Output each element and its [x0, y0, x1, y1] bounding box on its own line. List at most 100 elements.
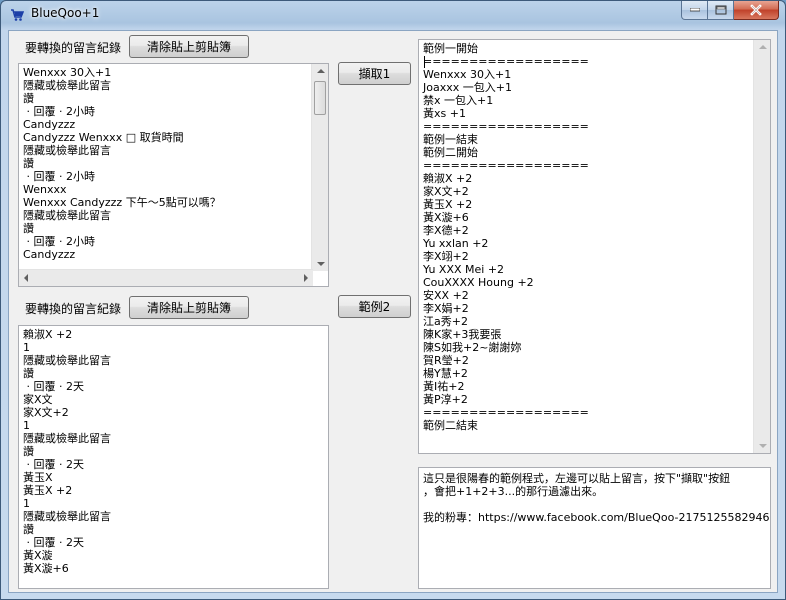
scroll-up-icon[interactable] — [759, 45, 767, 49]
text-line: ================== — [423, 159, 589, 172]
scroll-down-icon[interactable] — [317, 262, 325, 266]
scroll-left-icon[interactable] — [24, 274, 28, 282]
text-line: 家X文 — [23, 393, 53, 406]
caption-buttons — [681, 1, 779, 20]
text-line: CouXXXX Houng +2 — [423, 276, 534, 289]
text-line: 家X文+2 — [423, 185, 469, 198]
text-line: ，會把+1+2+3...的那行過濾出來。 — [423, 485, 604, 498]
scroll-down-icon[interactable] — [759, 444, 767, 448]
text-line: · 回覆 · 2小時 — [23, 170, 95, 183]
text-line: 李X翊+2 — [423, 250, 469, 263]
input-log-text-bottom: 賴淑X +2 1 隱藏或檢舉此留言讚 · 回覆 · 2天 家X文 家X文+2 1 隱藏或檢舉… — [23, 328, 310, 575]
text-line: 黃X漩+6 — [423, 211, 469, 224]
text-line: 安XX +2 — [423, 289, 469, 302]
text-line: 黃玉X — [23, 471, 53, 484]
text-line: ================== — [423, 55, 589, 68]
text-line: Wenxxx 30入+1 — [23, 66, 112, 79]
text-line: Wenxxx — [23, 183, 67, 196]
text-line: · 回覆 · 2天 — [23, 536, 84, 549]
input-log-text-top: Wenxxx 30入+1 隱藏或檢舉此留言讚 · 回覆 · 2小時 Candyzzz… — [23, 66, 310, 261]
text-line: 讚 — [23, 367, 34, 380]
text-line: 楊Y慧+2 — [423, 367, 468, 380]
text-line: 陳K家+3我要張 — [423, 328, 502, 341]
text-line: 範例二結束 — [423, 419, 478, 432]
text-line: · 回覆 · 2小時 — [23, 235, 95, 248]
minimize-button[interactable] — [681, 1, 708, 20]
text-line: Yu XXX Mei +2 — [423, 263, 505, 276]
text-line: Candyzzz — [23, 118, 76, 131]
output-text: 範例一開始 ================== Wenxxx 30入+1 Joaxx… — [423, 42, 752, 432]
output-textbox[interactable]: 範例一開始 ================== Wenxxx 30入+1 Joaxx… — [418, 39, 771, 454]
text-line: Candyzzz — [23, 248, 76, 261]
text-line: 隱藏或檢舉此留言 — [23, 209, 111, 222]
text-line: Candyzzz Wenxxx □ 取貨時間 — [23, 131, 184, 144]
text-line — [423, 498, 766, 511]
text-line: 隱藏或檢舉此留言 — [23, 510, 111, 523]
text-line: 隱藏或檢舉此留言 — [23, 144, 111, 157]
text-line: ================== — [423, 406, 589, 419]
clear-paste-button-top[interactable]: 清除貼上剪貼簿 — [129, 35, 249, 58]
input-log-textbox-top[interactable]: Wenxxx 30入+1 隱藏或檢舉此留言讚 · 回覆 · 2小時 Candyzzz… — [18, 63, 329, 287]
scroll-right-icon[interactable] — [304, 274, 308, 282]
text-line: Yu xxlan +2 — [423, 237, 489, 250]
maximize-icon — [715, 5, 726, 15]
text-line: 範例一結束 — [423, 133, 478, 146]
text-line: 黃I祐+2 — [423, 380, 465, 393]
text-line: Wenxxx Candyzzz 下午～5點可以嗎？ — [23, 196, 221, 209]
text-line: 江a秀+2 — [423, 315, 468, 328]
text-line: 範例二開始 — [423, 146, 478, 159]
window-title: BlueQoo+1 — [31, 6, 100, 20]
input-log-label-bottom: 要轉換的留言紀錄 — [25, 302, 122, 316]
client-area: 要轉換的留言紀錄 清除貼上剪貼簿 Wenxxx 30入+1 隱藏或檢舉此留言讚 ·… — [8, 30, 778, 593]
text-line: 黃X漩+6 — [23, 562, 69, 575]
text-line: 隱藏或檢舉此留言 — [23, 432, 111, 445]
text-line: 黃P淳+2 — [423, 393, 468, 406]
text-line: 隱藏或檢舉此留言 — [23, 354, 111, 367]
text-line: 黃X漩 — [23, 549, 53, 562]
scroll-up-icon[interactable] — [317, 69, 325, 73]
text-line: · 回覆 · 2天 — [23, 458, 84, 471]
input-log-label-top: 要轉換的留言紀錄 — [25, 41, 122, 55]
text-line: 賴淑X +2 — [423, 172, 473, 185]
text-line: 隱藏或檢舉此留言 — [23, 79, 111, 92]
text-line: Joaxxx 一包入+1 — [423, 81, 512, 94]
text-line: 讚 — [23, 445, 34, 458]
scrollbar-thumb-top[interactable] — [314, 81, 326, 115]
extract-button[interactable]: 擷取1 — [338, 62, 411, 85]
text-line: 賀R瑩+2 — [423, 354, 469, 367]
text-line: 1 — [23, 419, 30, 432]
vertical-scrollbar-output[interactable] — [753, 40, 770, 453]
text-line: 禁x 一包入+1 — [423, 94, 494, 107]
text-line: 1 — [23, 497, 30, 510]
text-line: Wenxxx 30入+1 — [423, 68, 512, 81]
clear-paste-button-bottom[interactable]: 清除貼上剪貼簿 — [129, 296, 249, 319]
text-line: 這只是很陽春的範例程式，左邊可以貼上留言，按下"擷取"按鈕 — [423, 472, 731, 485]
text-line: 黃xs +1 — [423, 107, 466, 120]
text-line: · 回覆 · 2小時 — [23, 105, 95, 118]
close-button[interactable] — [734, 1, 779, 20]
vertical-scrollbar-top[interactable] — [311, 64, 328, 271]
text-line: 黃玉X +2 — [423, 198, 473, 211]
text-line: 讚 — [23, 157, 34, 170]
info-textbox[interactable]: 這只是很陽春的範例程式，左邊可以貼上留言，按下"擷取"按鈕 ，會把+1+2+3..… — [418, 467, 771, 589]
text-line: 讚 — [23, 222, 34, 235]
horizontal-scrollbar-top[interactable] — [19, 269, 313, 286]
text-line: 1 — [23, 341, 30, 354]
text-line: 範例一開始 — [423, 42, 478, 55]
input-log-textbox-bottom[interactable]: 賴淑X +2 1 隱藏或檢舉此留言讚 · 回覆 · 2天 家X文 家X文+2 1 隱藏或檢舉… — [18, 325, 329, 589]
maximize-button[interactable] — [708, 1, 734, 20]
text-line: 黃玉X +2 — [23, 484, 73, 497]
text-line: · 回覆 · 2天 — [23, 380, 84, 393]
text-line: 陳S如我+2~謝謝妳 — [423, 341, 522, 354]
text-line: 李X娟+2 — [423, 302, 469, 315]
text-line: 讚 — [23, 92, 34, 105]
text-line: 家X文+2 — [23, 406, 69, 419]
text-line: 賴淑X +2 — [23, 328, 73, 341]
minimize-icon — [689, 8, 700, 12]
text-line: 讚 — [23, 523, 34, 536]
title-bar[interactable]: BlueQoo+1 — [1, 1, 785, 28]
close-icon — [750, 4, 762, 16]
app-window: BlueQoo+1 要轉換的留言紀錄 清除貼上剪貼簿 Wenxxx 30入+1 隱… — [0, 0, 786, 600]
text-line: 我的粉專：https://www.facebook.com/BlueQoo-21… — [423, 511, 771, 524]
example-button[interactable]: 範例2 — [338, 295, 411, 318]
